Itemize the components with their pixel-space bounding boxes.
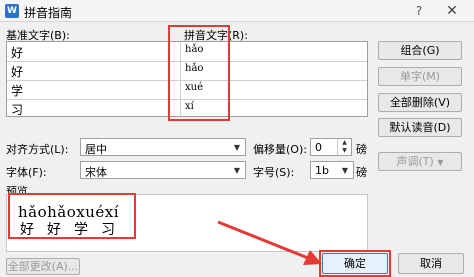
cancel-button[interactable]: 取消 <box>398 253 464 274</box>
ok-button[interactable]: 确定 <box>322 253 388 274</box>
arrow-annotation <box>217 220 322 265</box>
